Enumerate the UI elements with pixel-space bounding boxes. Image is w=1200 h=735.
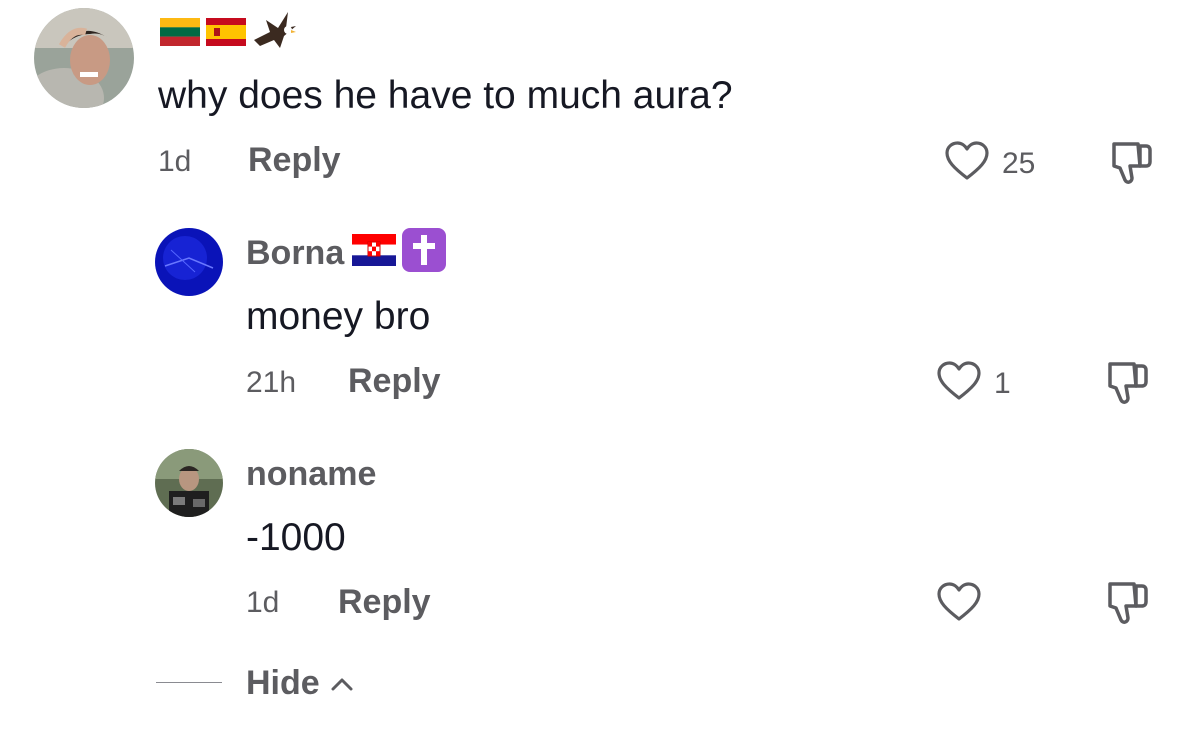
reply-avatar-noname[interactable] bbox=[155, 449, 223, 517]
comment-like-count: 25 bbox=[1002, 146, 1036, 180]
chevron-up-icon bbox=[330, 676, 354, 692]
reply-text: money bro bbox=[246, 295, 431, 338]
commenter-badges bbox=[160, 10, 298, 59]
flag-spain-icon bbox=[206, 17, 246, 51]
reply-time: 21h bbox=[246, 366, 297, 399]
comment-dislike-button[interactable] bbox=[1108, 140, 1158, 191]
heart-icon bbox=[944, 140, 990, 187]
comment-time: 1d bbox=[158, 145, 192, 178]
reply-time: 1d bbox=[246, 586, 280, 619]
reply-dislike-button[interactable] bbox=[1104, 360, 1154, 411]
reply-avatar-borna[interactable] bbox=[155, 228, 223, 296]
eagle-icon bbox=[252, 10, 298, 59]
reply-dislike-button[interactable] bbox=[1104, 580, 1154, 631]
comment-text: why does he have to much aura? bbox=[158, 74, 733, 117]
thumbs-down-icon bbox=[1104, 362, 1154, 410]
reply-text: -1000 bbox=[246, 516, 346, 559]
thumbs-down-icon bbox=[1108, 142, 1158, 190]
flag-lithuania-icon bbox=[160, 17, 200, 51]
hide-replies-button[interactable]: Hide bbox=[246, 664, 354, 703]
hide-label: Hide bbox=[246, 664, 320, 702]
commenter-avatar[interactable] bbox=[34, 8, 134, 108]
replies-divider bbox=[156, 682, 222, 683]
reply-like-button[interactable] bbox=[936, 581, 994, 628]
reply-like-count: 1 bbox=[994, 366, 1011, 400]
comment-like-button[interactable]: 25 bbox=[944, 140, 1035, 187]
reply-like-button[interactable]: 1 bbox=[936, 360, 1011, 407]
reply-username[interactable]: Borna bbox=[246, 234, 344, 273]
latin-cross-icon bbox=[402, 227, 446, 277]
comment-reply-button[interactable]: Reply bbox=[248, 141, 341, 180]
heart-icon bbox=[936, 360, 982, 407]
reply-reply-button[interactable]: Reply bbox=[338, 583, 431, 622]
thumbs-down-icon bbox=[1104, 582, 1154, 630]
reply-username[interactable]: noname bbox=[246, 455, 376, 494]
reply-badges bbox=[352, 227, 446, 277]
reply-reply-button[interactable]: Reply bbox=[348, 362, 441, 401]
flag-croatia-icon bbox=[352, 233, 396, 271]
heart-icon bbox=[936, 581, 982, 628]
